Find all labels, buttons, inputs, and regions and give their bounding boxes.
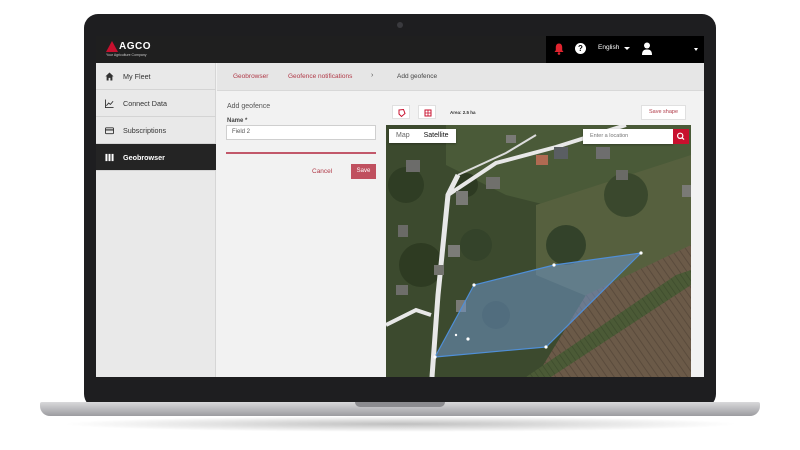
search-icon xyxy=(676,132,685,141)
sidebar-item-connect-data[interactable]: Connect Data xyxy=(96,90,216,117)
laptop-scene: AGCO Your Agriculture Company ? English xyxy=(0,0,800,450)
draw-polygon-button[interactable] xyxy=(392,105,410,119)
language-selector[interactable]: English xyxy=(598,44,619,51)
breadcrumb-geobrowser[interactable]: Geobrowser xyxy=(233,73,268,80)
polygon-icon xyxy=(398,108,406,118)
geofence-form: Add geofence Name * Field 2 Cancel Save xyxy=(217,91,386,377)
laptop-notch xyxy=(355,402,445,407)
chevron-down-icon[interactable] xyxy=(624,47,630,50)
sidebar-item-label: Subscriptions xyxy=(123,125,167,135)
name-input[interactable]: Field 2 xyxy=(226,125,376,140)
sidebar-item-my-fleet[interactable]: My Fleet xyxy=(96,63,216,90)
map-type-map[interactable]: Map xyxy=(389,129,417,143)
bell-icon[interactable] xyxy=(554,43,564,55)
laptop-shadow xyxy=(60,416,740,432)
home-icon xyxy=(105,71,114,81)
brand-tagline: Your Agriculture Company xyxy=(106,53,147,57)
sidebar-item-geobrowser[interactable]: Geobrowser xyxy=(96,144,216,171)
sidebar-item-label: My Fleet xyxy=(123,71,151,81)
form-title: Add geofence xyxy=(227,103,271,110)
breadcrumb-separator: › xyxy=(371,72,374,79)
save-button[interactable]: Save xyxy=(351,164,376,179)
satellite-imagery xyxy=(386,125,691,377)
save-shape-button[interactable]: Save shape xyxy=(641,105,686,120)
top-bar: AGCO Your Agriculture Company ? English xyxy=(96,36,704,63)
map-type-satellite[interactable]: Satellite xyxy=(417,129,456,143)
sidebar-item-label: Connect Data xyxy=(123,98,167,108)
webcam-dot xyxy=(397,22,403,28)
cancel-button[interactable]: Cancel xyxy=(312,168,332,175)
logo-triangle-icon xyxy=(106,41,118,52)
draw-rectangle-button[interactable] xyxy=(418,105,436,119)
brand-logo[interactable]: AGCO xyxy=(106,41,151,52)
user-menu-chevron-icon[interactable] xyxy=(694,48,698,51)
help-icon[interactable]: ? xyxy=(575,43,586,54)
top-actions: ? English xyxy=(546,36,704,63)
user-icon[interactable] xyxy=(642,42,652,55)
name-label: Name * xyxy=(227,118,248,124)
grid-icon xyxy=(105,153,114,161)
map-panel: Area: 2.5 ha Save shape Map Satellite En… xyxy=(386,91,704,377)
location-search-button[interactable] xyxy=(673,129,689,144)
brand-name: AGCO xyxy=(119,41,151,52)
sidebar-item-subscriptions[interactable]: Subscriptions xyxy=(96,117,216,144)
location-search-input[interactable] xyxy=(583,129,673,144)
form-divider xyxy=(226,152,376,154)
breadcrumb: Geobrowser Geofence notifications › Add … xyxy=(217,63,704,91)
breadcrumb-add-geofence: Add geofence xyxy=(397,73,438,80)
rectangle-icon xyxy=(424,109,432,117)
map-type-toggle: Map Satellite xyxy=(389,129,456,143)
card-icon xyxy=(105,126,114,134)
sidebar-item-label: Geobrowser xyxy=(123,152,165,162)
area-readout: Area: 2.5 ha xyxy=(450,110,476,115)
app-screen: AGCO Your Agriculture Company ? English xyxy=(96,36,704,377)
breadcrumb-geofence-notifications[interactable]: Geofence notifications xyxy=(288,73,352,80)
sidebar: My Fleet Connect Data Subscriptions Geob… xyxy=(96,63,216,377)
chart-icon xyxy=(105,98,114,108)
satellite-map[interactable]: Map Satellite xyxy=(386,125,691,377)
